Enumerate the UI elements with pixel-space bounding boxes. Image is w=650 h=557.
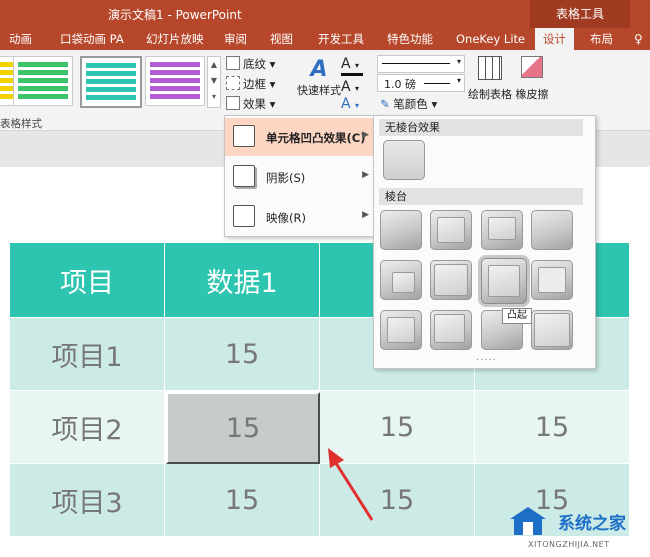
tab-developer[interactable]: 开发工具 — [318, 28, 364, 50]
tab-animations[interactable]: 动画 — [9, 28, 32, 50]
text-fill-button[interactable]: A ▾ — [341, 56, 359, 72]
table-cell[interactable]: 15 — [165, 464, 320, 537]
shadow-icon — [233, 165, 255, 187]
bevel-option-raised[interactable] — [481, 258, 527, 304]
bevel-option[interactable] — [430, 260, 472, 300]
ribbon-tab-bar: 动画 口袋动画 PA 幻灯片放映 审阅 视图 开发工具 特色功能 OneKey … — [0, 28, 650, 50]
chevron-right-icon: ▶ — [362, 170, 369, 180]
tab-pocket-animation[interactable]: 口袋动画 PA — [60, 28, 124, 50]
lightbulb-icon[interactable]: ♀ — [634, 28, 643, 50]
bevel-option[interactable] — [531, 310, 573, 350]
reflection-icon — [233, 205, 255, 227]
chevron-up-icon[interactable]: ▲ — [208, 57, 220, 73]
tab-design[interactable]: 设计 — [535, 28, 574, 50]
table-header-cell[interactable]: 项目 — [10, 243, 165, 318]
gallery-scroll[interactable]: ▲ ▼ ▾ — [207, 56, 221, 108]
table-cell[interactable]: 项目1 — [10, 318, 165, 391]
chevron-right-icon: ▶ — [362, 130, 369, 140]
chevron-right-icon: ▶ — [362, 210, 369, 220]
bevel-option[interactable] — [380, 210, 422, 250]
table-cell[interactable]: 15 — [165, 318, 320, 391]
pen-color-button[interactable]: ✎ 笔颜色 ▾ — [380, 96, 437, 112]
wordart-icon: A — [310, 57, 328, 82]
border-icon — [226, 76, 240, 90]
text-effects-button[interactable]: A ▾ — [341, 96, 359, 112]
menu-item-cell-bevel[interactable]: 单元格凹凸效果(C) ▶ — [225, 118, 375, 156]
watermark-logo — [510, 507, 546, 535]
tooltip-raised: 凸起 — [502, 308, 532, 324]
text-fill-color — [341, 73, 363, 76]
watermark-url: XITONGZHIJIA.NET — [528, 540, 610, 549]
menu-item-reflection[interactable]: 映像(R) ▶ — [225, 198, 375, 236]
expand-icon[interactable]: ▾ — [208, 89, 220, 105]
gallery-heading-no-bevel: 无棱台效果 — [379, 119, 583, 136]
table-cell[interactable]: 项目2 — [10, 391, 165, 464]
pen-style-select[interactable]: ▾ — [377, 55, 465, 73]
context-tab-table-tools: 表格工具 — [530, 0, 630, 28]
tab-review[interactable]: 审阅 — [224, 28, 247, 50]
text-outline-button[interactable]: A ▾ — [341, 79, 359, 95]
border-button[interactable]: 边框 ▾ — [226, 76, 275, 92]
table-header-cell[interactable]: 数据1 — [165, 243, 320, 318]
bevel-option[interactable] — [380, 310, 422, 350]
effects-menu: 单元格凹凸效果(C) ▶ 阴影(S) ▶ 映像(R) ▶ — [224, 115, 375, 237]
bevel-icon — [233, 125, 255, 147]
annotation-arrow — [328, 448, 374, 521]
no-bevel-option[interactable] — [383, 140, 425, 180]
bevel-option[interactable] — [380, 260, 422, 300]
draw-table-button[interactable]: 绘制表格 — [466, 56, 514, 102]
table-style-green[interactable] — [13, 56, 73, 106]
paint-bucket-icon — [226, 56, 240, 70]
watermark-name: 系统之家 — [558, 514, 626, 534]
quick-styles-button[interactable]: A 快速样式 — [294, 58, 344, 98]
window-title: 演示文稿1 - PowerPoint — [108, 8, 242, 22]
selected-bevel-cell[interactable]: 15 — [166, 392, 320, 464]
effects-button[interactable]: 效果 ▾ — [226, 96, 275, 112]
eraser-icon — [521, 56, 543, 78]
menu-item-shadow[interactable]: 阴影(S) ▶ — [225, 158, 375, 196]
shading-button[interactable]: 底纹 ▾ — [226, 56, 275, 72]
bevel-option[interactable] — [531, 260, 573, 300]
table-cell[interactable]: 15 — [475, 391, 630, 464]
bevel-option[interactable] — [430, 310, 472, 350]
table-style-purple[interactable] — [145, 56, 205, 106]
tab-slideshow[interactable]: 幻灯片放映 — [146, 28, 204, 50]
tab-view[interactable]: 视图 — [270, 28, 293, 50]
effects-icon — [226, 96, 240, 110]
chevron-down-icon[interactable]: ▼ — [208, 73, 220, 89]
bevel-option[interactable] — [481, 210, 523, 250]
table-style-teal[interactable] — [80, 56, 142, 108]
bevel-option[interactable] — [430, 210, 472, 250]
table-cell[interactable]: 项目3 — [10, 464, 165, 537]
tab-onekey-lite[interactable]: OneKey Lite — [456, 28, 525, 50]
tab-layout[interactable]: 布局 — [590, 28, 613, 50]
gallery-more[interactable]: ..... — [476, 352, 497, 363]
draw-table-icon — [478, 56, 502, 80]
eraser-button[interactable]: 橡皮擦 — [513, 56, 551, 102]
pen-icon: ✎ — [380, 97, 390, 111]
bevel-option[interactable] — [531, 210, 573, 250]
gallery-heading-bevel: 棱台 — [379, 188, 583, 205]
tab-special[interactable]: 特色功能 — [387, 28, 433, 50]
ribbon-group-table-styles: 表格样式 — [0, 118, 42, 130]
pen-weight-select[interactable]: 1.0 磅 ▾ — [377, 74, 465, 92]
